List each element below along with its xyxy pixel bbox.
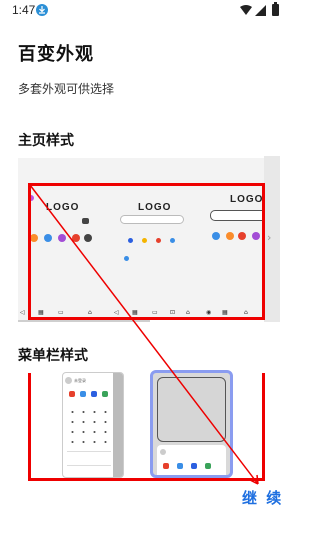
annotation-arrow [29,184,259,485]
continue-button[interactable]: 继 续 [242,487,283,508]
